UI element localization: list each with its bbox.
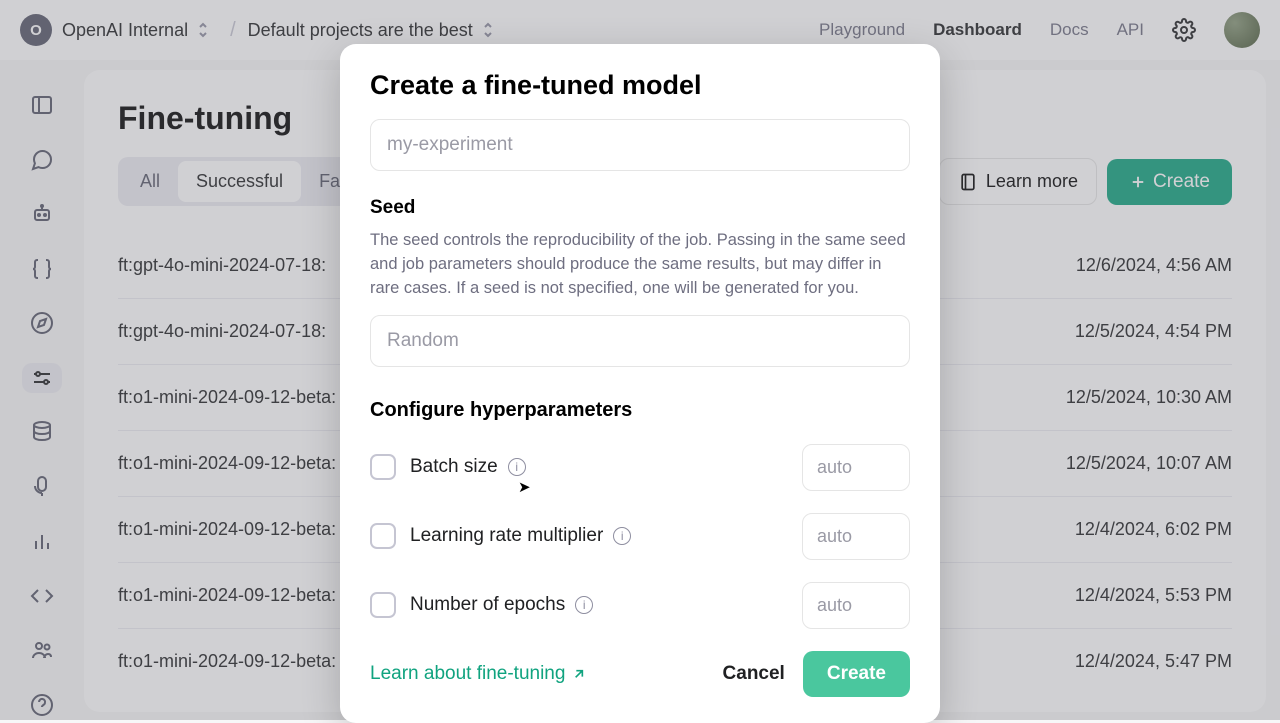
lr-label: Learning rate multiplier — [410, 525, 603, 547]
batch-label: Batch size — [410, 456, 498, 478]
learn-link-label: Learn about fine-tuning — [370, 663, 565, 685]
hp-epochs-row: Number of epochs i — [370, 582, 910, 629]
epochs-info-icon[interactable]: i — [575, 596, 593, 614]
epochs-checkbox[interactable] — [370, 592, 396, 618]
modal-title: Create a fine-tuned model — [370, 70, 910, 101]
batch-checkbox[interactable] — [370, 454, 396, 480]
lr-checkbox[interactable] — [370, 523, 396, 549]
hp-batch-row: Batch size i — [370, 444, 910, 491]
seed-label: Seed — [370, 197, 910, 219]
modal-footer: Learn about fine-tuning Cancel Create — [370, 651, 910, 697]
epochs-label: Number of epochs — [410, 594, 565, 616]
lr-input[interactable] — [802, 513, 910, 560]
lr-info-icon[interactable]: i — [613, 527, 631, 545]
hp-lr-row: Learning rate multiplier i — [370, 513, 910, 560]
batch-info-icon[interactable]: i — [508, 458, 526, 476]
suffix-input[interactable] — [370, 119, 910, 171]
modal-create-button[interactable]: Create — [803, 651, 910, 697]
batch-input[interactable] — [802, 444, 910, 491]
cancel-button[interactable]: Cancel — [705, 651, 803, 697]
seed-input[interactable] — [370, 315, 910, 367]
hyperparameters-title: Configure hyperparameters — [370, 399, 910, 422]
learn-link[interactable]: Learn about fine-tuning — [370, 663, 587, 685]
external-icon — [571, 666, 587, 682]
seed-help: The seed controls the reproducibility of… — [370, 229, 910, 301]
create-modal: Create a fine-tuned model Seed The seed … — [340, 44, 940, 723]
epochs-input[interactable] — [802, 582, 910, 629]
